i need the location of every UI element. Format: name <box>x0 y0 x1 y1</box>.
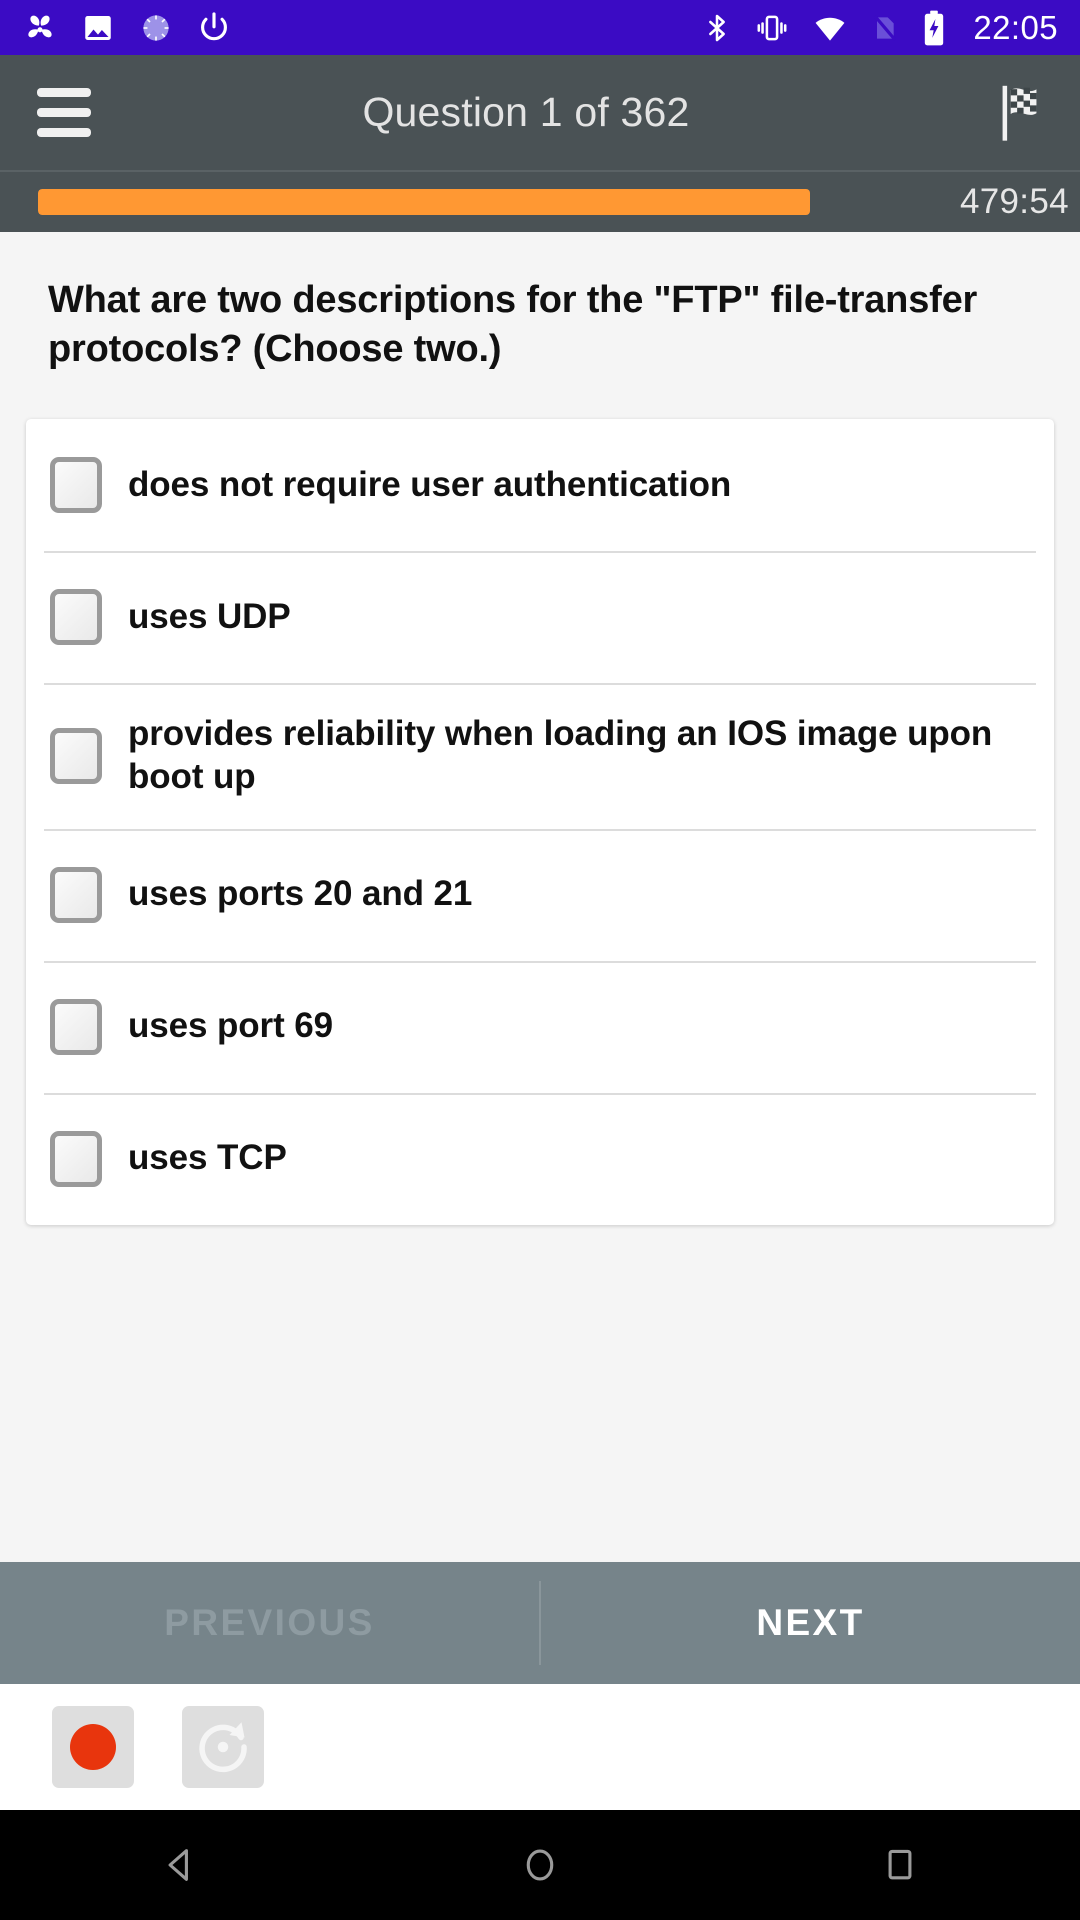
answer-checkbox[interactable] <box>50 998 102 1055</box>
answer-checkbox[interactable] <box>50 727 102 784</box>
question-text: What are two descriptions for the "FTP" … <box>48 279 978 370</box>
answer-option[interactable]: provides reliability when loading an IOS… <box>26 683 1054 828</box>
record-button[interactable] <box>52 1706 134 1788</box>
previous-button[interactable]: PREVIOUS <box>0 1562 539 1684</box>
answer-option[interactable]: uses port 69 <box>26 960 1054 1093</box>
progress-row: 479:54 <box>0 170 1080 232</box>
rotate-refresh-button[interactable] <box>182 1706 264 1788</box>
answer-option-label: uses ports 20 and 21 <box>128 874 473 914</box>
answer-option[interactable]: does not require user authentication <box>26 419 1054 551</box>
vibrate-icon <box>757 15 787 40</box>
answer-option-label: uses port 69 <box>128 1006 333 1046</box>
countdown-timer: 479:54 <box>960 182 1069 221</box>
back-triangle-icon <box>168 1849 188 1881</box>
android-navigation-bar <box>0 1810 1080 1920</box>
progress-bar-fill <box>38 189 811 215</box>
status-bar-left-icons <box>22 10 232 46</box>
phone-screen: 22:05 Question 1 of 362 479:54 What are … <box>0 0 1080 1920</box>
wifi-icon <box>816 17 845 41</box>
android-back-button[interactable] <box>110 1810 250 1920</box>
android-recents-button[interactable] <box>830 1810 970 1920</box>
power-icon <box>201 11 227 40</box>
quiz-content: What are two descriptions for the "FTP" … <box>0 232 1080 1562</box>
answer-options-card: does not require user authentication uses… <box>26 419 1054 1225</box>
answer-option[interactable]: uses TCP <box>26 1092 1054 1225</box>
answer-option-label: provides reliability when loading an IOS… <box>128 714 993 796</box>
rotate-refresh-icon <box>199 1722 247 1773</box>
answer-checkbox[interactable] <box>50 457 102 514</box>
checkered-flag-icon <box>1002 85 1037 141</box>
android-home-button[interactable] <box>470 1810 610 1920</box>
quiz-navigation-bar: PREVIOUS NEXT <box>0 1562 1080 1684</box>
photo-icon <box>85 15 111 40</box>
next-button[interactable]: NEXT <box>541 1562 1080 1684</box>
pinwheel-icon <box>28 15 52 37</box>
answer-checkbox[interactable] <box>50 589 102 646</box>
finish-quiz-button[interactable] <box>970 55 1080 170</box>
recents-square-icon <box>888 1849 912 1880</box>
battery-charging-icon <box>925 10 944 45</box>
quiz-progress-bar <box>38 189 936 215</box>
page-title: Question 1 of 362 <box>362 89 690 135</box>
answer-checkbox[interactable] <box>50 866 102 923</box>
answer-option[interactable]: uses UDP <box>26 551 1054 683</box>
app-header-bar: Question 1 of 362 <box>0 55 1080 170</box>
sync-spinner-icon <box>143 14 169 41</box>
record-dot-icon <box>70 1724 116 1770</box>
home-circle-icon <box>526 1849 554 1881</box>
answer-option[interactable]: uses ports 20 and 21 <box>26 828 1054 961</box>
screen-recorder-toolbar <box>0 1684 1080 1810</box>
answer-checkbox[interactable] <box>50 1130 102 1187</box>
status-bar-right-icons: 22:05 <box>701 9 1058 47</box>
answer-option-label: uses TCP <box>128 1138 287 1178</box>
answer-option-label: uses UDP <box>128 596 291 636</box>
status-bar-clock: 22:05 <box>973 8 1058 46</box>
answer-option-label: does not require user authentication <box>128 464 732 504</box>
status-bar: 22:05 <box>0 0 1080 55</box>
bluetooth-icon <box>709 14 726 41</box>
sim-off-icon <box>874 14 897 41</box>
